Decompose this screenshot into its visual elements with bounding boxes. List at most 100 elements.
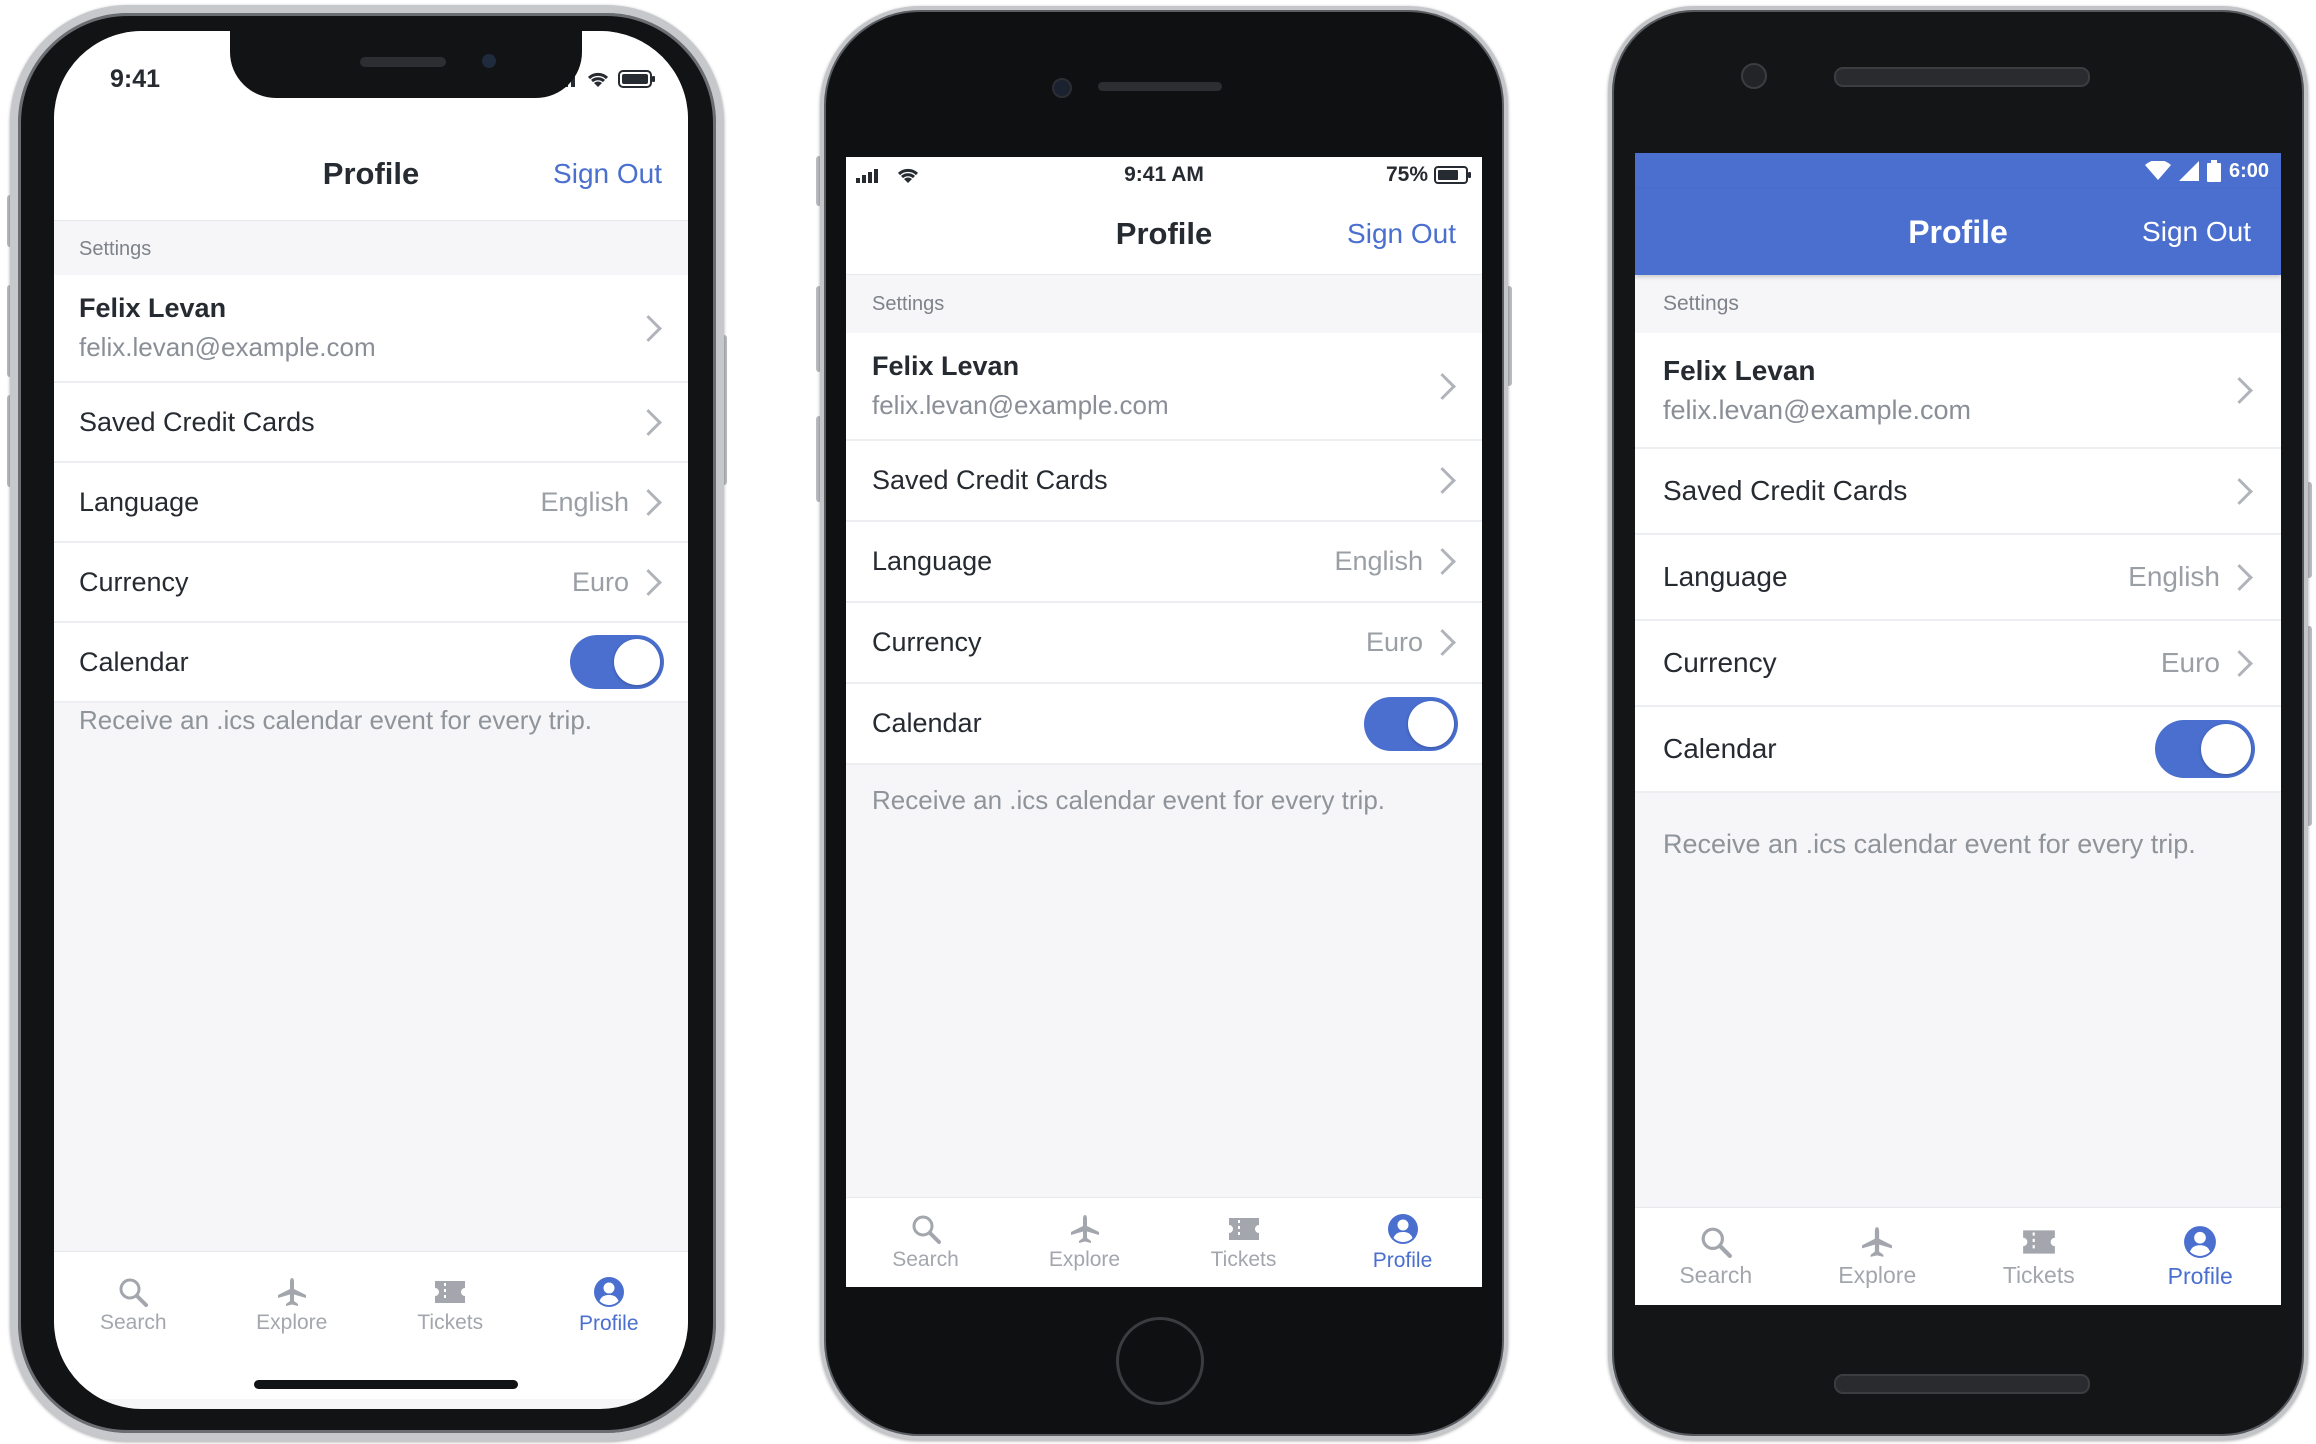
tab-label: Explore	[256, 1310, 328, 1334]
chevron-right-icon	[1429, 372, 1456, 400]
section-header-settings: Settings	[1663, 292, 1739, 315]
user-circle-icon	[593, 1276, 624, 1307]
currency-row[interactable]: Currency Euro	[1635, 621, 2281, 707]
tab-label: Search	[99, 1310, 167, 1334]
user-circle-icon	[1387, 1214, 1418, 1244]
language-label: Language	[79, 486, 200, 517]
toggle-knob	[2201, 724, 2251, 774]
calendar-label: Calendar	[872, 708, 982, 738]
app-bar: Profile Sign Out	[1635, 189, 2281, 275]
navigation-bar: Profile Sign Out	[54, 127, 688, 221]
currency-row[interactable]: Currency Euro	[54, 543, 688, 623]
chevron-right-icon	[2226, 477, 2253, 505]
iphone-8-device: 9:41 AM 75% Profile Sign Out Settings Fe…	[816, 6, 1512, 1440]
screen: 9:41 AM 75% Profile Sign Out Settings Fe…	[846, 157, 1482, 1287]
currency-row[interactable]: Currency Euro	[846, 603, 1482, 684]
currency-value: Euro	[571, 566, 629, 597]
calendar-row: Calendar	[1635, 707, 2281, 793]
saved-credit-cards-row[interactable]: Saved Credit Cards	[54, 383, 688, 463]
tab-profile[interactable]: Profile	[1323, 1198, 1482, 1287]
earpiece	[360, 57, 446, 67]
tab-label: Search	[892, 1248, 959, 1271]
calendar-label: Calendar	[79, 646, 189, 677]
signal-icon	[2178, 161, 2199, 181]
home-button[interactable]	[1116, 1317, 1204, 1405]
currency-label: Currency	[1663, 647, 1777, 678]
toggle-knob	[1408, 700, 1454, 747]
calendar-toggle[interactable]	[2155, 720, 2255, 778]
language-label: Language	[872, 546, 993, 576]
chevron-right-icon	[635, 568, 662, 596]
user-circle-icon	[2184, 1225, 2217, 1258]
page-title: Profile	[1115, 215, 1213, 251]
tab-search[interactable]: Search	[54, 1252, 213, 1359]
calendar-toggle[interactable]	[1364, 696, 1458, 751]
user-name: Felix Levan	[1663, 354, 1816, 386]
tab-search[interactable]: Search	[1635, 1208, 1797, 1305]
calendar-row: Calendar	[54, 623, 688, 703]
tab-tickets[interactable]: Tickets	[371, 1252, 530, 1359]
chevron-right-icon	[635, 408, 662, 436]
screen: 9:41 Profile Sign Out Settings Felix Lev…	[54, 31, 688, 1409]
tab-label: Tickets	[1210, 1248, 1277, 1271]
home-indicator[interactable]	[254, 1380, 518, 1389]
battery-icon	[2206, 160, 2221, 182]
section-header-settings: Settings	[79, 238, 152, 260]
tab-label: Profile	[578, 1311, 639, 1335]
user-account-row[interactable]: Felix Levan felix.levan@example.com	[1635, 333, 2281, 449]
page-title: Profile	[322, 155, 420, 191]
status-time: 9:41	[110, 64, 161, 93]
tab-bar: Search Explore Tickets Profile	[846, 1197, 1482, 1287]
saved-credit-cards-label: Saved Credit Cards	[872, 465, 1108, 495]
bottom-speaker	[1834, 1374, 2090, 1394]
sign-out-button[interactable]: Sign Out	[1347, 218, 1456, 250]
tab-profile[interactable]: Profile	[530, 1252, 689, 1359]
user-account-row[interactable]: Felix Levan felix.levan@example.com	[846, 333, 1482, 441]
saved-credit-cards-row[interactable]: Saved Credit Cards	[1635, 449, 2281, 535]
language-row[interactable]: Language English	[1635, 535, 2281, 621]
status-time: 9:41 AM	[1124, 163, 1204, 186]
tab-label: Profile	[1372, 1249, 1433, 1272]
settings-list: Felix Levan felix.levan@example.com Save…	[54, 275, 688, 703]
search-icon	[119, 1278, 149, 1307]
sign-out-button[interactable]: Sign Out	[553, 158, 662, 190]
chevron-right-icon	[635, 488, 662, 516]
status-bar: 9:41 AM 75%	[846, 157, 1482, 193]
tab-label: Profile	[2167, 1262, 2233, 1289]
section-header-settings: Settings	[872, 293, 945, 315]
tab-explore[interactable]: Explore	[1005, 1198, 1164, 1287]
saved-credit-cards-row[interactable]: Saved Credit Cards	[846, 441, 1482, 522]
tab-tickets[interactable]: Tickets	[1958, 1208, 2120, 1305]
ticket-icon	[435, 1280, 466, 1303]
chevron-right-icon	[1429, 467, 1456, 494]
ticket-icon	[1228, 1218, 1259, 1240]
plane-icon	[277, 1277, 306, 1306]
search-icon	[912, 1215, 941, 1244]
sign-out-button[interactable]: Sign Out	[2142, 216, 2251, 248]
calendar-note: Receive an .ics calendar event for every…	[79, 705, 593, 735]
page-title: Profile	[1908, 213, 2008, 250]
saved-credit-cards-label: Saved Credit Cards	[1663, 475, 1908, 506]
tab-tickets[interactable]: Tickets	[1164, 1198, 1323, 1287]
language-value: English	[1334, 546, 1423, 576]
calendar-label: Calendar	[1663, 733, 1777, 764]
tab-label: Tickets	[417, 1310, 484, 1334]
user-account-row[interactable]: Felix Levan felix.levan@example.com	[54, 275, 688, 383]
tab-profile[interactable]: Profile	[2120, 1208, 2282, 1305]
search-icon	[1701, 1227, 1732, 1258]
user-name: Felix Levan	[79, 293, 227, 323]
language-row[interactable]: Language English	[846, 522, 1482, 603]
plane-icon	[1070, 1215, 1099, 1243]
tab-search[interactable]: Search	[846, 1198, 1005, 1287]
iphone-x-device: 9:41 Profile Sign Out Settings Felix Lev…	[7, 5, 727, 1441]
language-value: English	[2128, 561, 2220, 592]
calendar-note: Receive an .ics calendar event for every…	[1663, 829, 2196, 859]
tab-explore[interactable]: Explore	[213, 1252, 372, 1359]
tab-explore[interactable]: Explore	[1797, 1208, 1959, 1305]
tab-label: Explore	[1838, 1261, 1917, 1288]
calendar-note: Receive an .ics calendar event for every…	[872, 785, 1386, 815]
front-camera	[482, 54, 496, 68]
front-camera	[1052, 78, 1072, 98]
language-row[interactable]: Language English	[54, 463, 688, 543]
calendar-toggle[interactable]	[570, 635, 664, 689]
